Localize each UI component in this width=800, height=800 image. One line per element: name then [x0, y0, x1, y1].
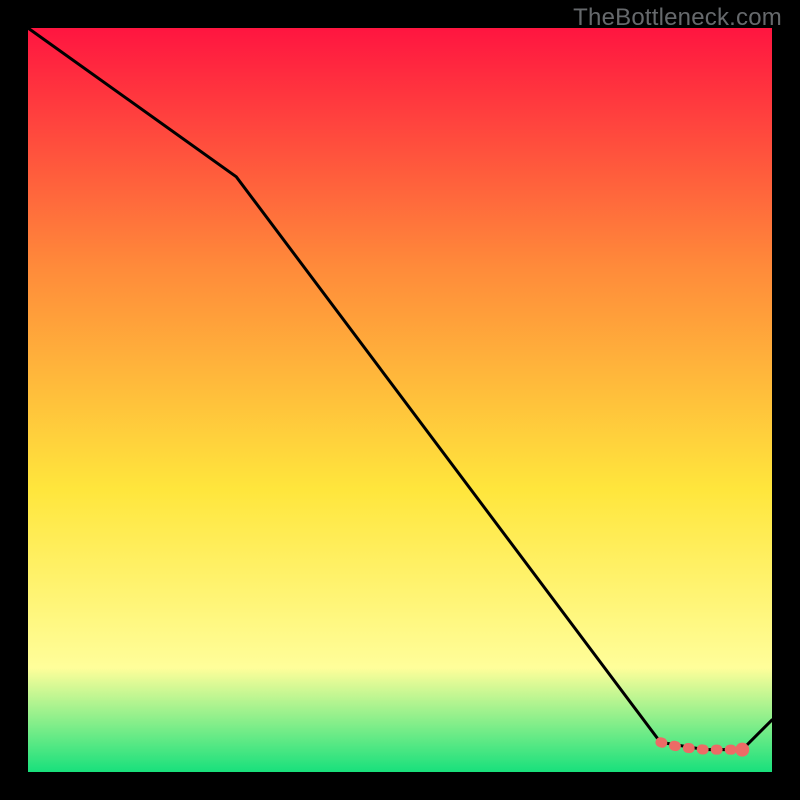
- chart-plot-area: [28, 28, 772, 772]
- chart-frame: TheBottleneck.com: [0, 0, 800, 800]
- chart-svg: [28, 28, 772, 772]
- chart-background-gradient: [28, 28, 772, 772]
- highlight-endpoint-dot: [735, 743, 749, 757]
